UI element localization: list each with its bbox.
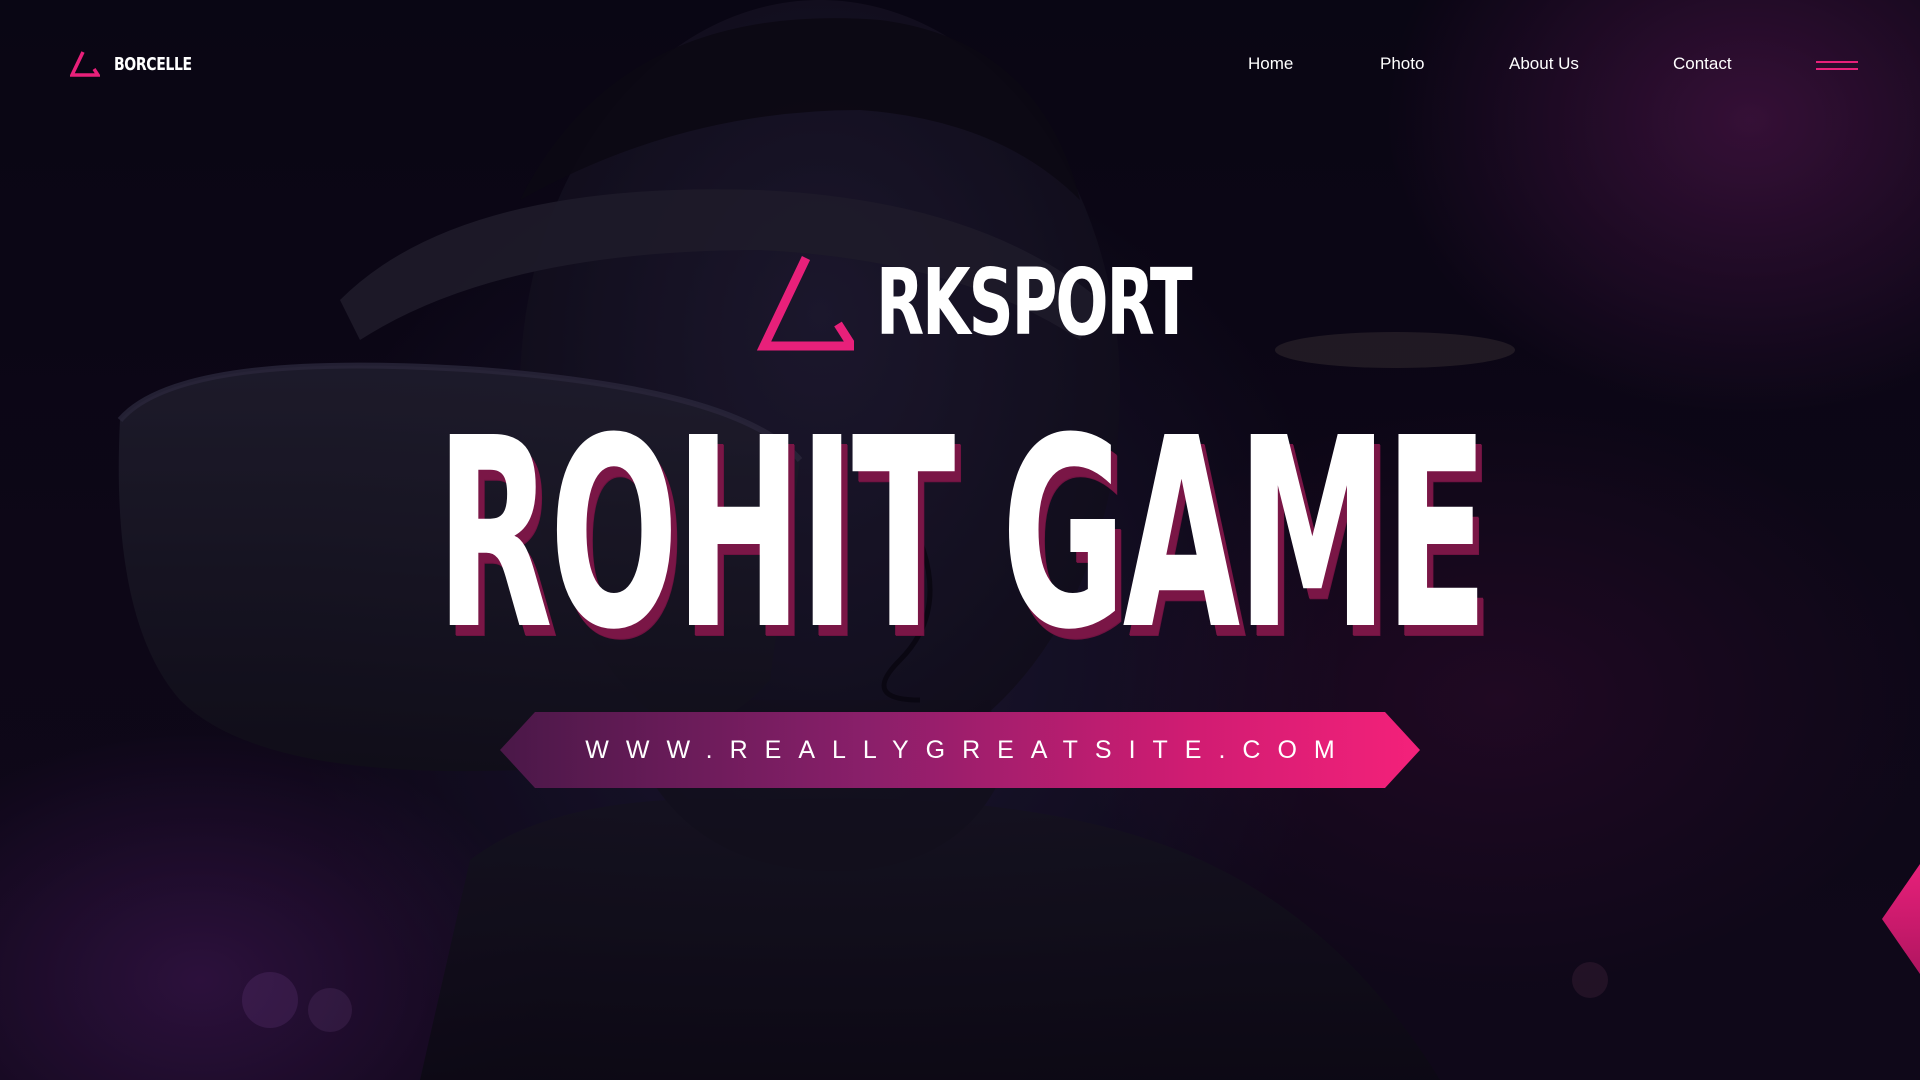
website-url-text: WWW.REALLYGREATSITE.COM bbox=[585, 735, 1352, 764]
triangle-logo-icon bbox=[756, 256, 854, 351]
nav-link-home[interactable]: Home bbox=[1248, 54, 1293, 74]
hero-title-text: ROHIT GAME bbox=[435, 382, 1488, 687]
triangle-logo-icon bbox=[70, 51, 100, 77]
brand[interactable]: BORCELLE bbox=[70, 50, 214, 78]
nav-link-contact[interactable]: Contact bbox=[1673, 54, 1732, 74]
website-url-banner[interactable]: WWW.REALLYGREATSITE.COM bbox=[500, 712, 1420, 788]
landing-page: BORCELLE Home Photo About Us Contact RKS… bbox=[0, 0, 1920, 1080]
top-navigation: BORCELLE Home Photo About Us Contact bbox=[0, 0, 1920, 130]
nav-link-about-us[interactable]: About Us bbox=[1509, 54, 1579, 74]
hamburger-menu-icon[interactable] bbox=[1816, 58, 1858, 74]
hero-title: ROHIT GAME bbox=[0, 404, 1920, 666]
brand-name: BORCELLE bbox=[114, 53, 192, 75]
nav-link-photo[interactable]: Photo bbox=[1380, 54, 1424, 74]
hero-logo-text: RKSPORT bbox=[876, 249, 1193, 356]
hero-logo: RKSPORT bbox=[754, 254, 1339, 352]
